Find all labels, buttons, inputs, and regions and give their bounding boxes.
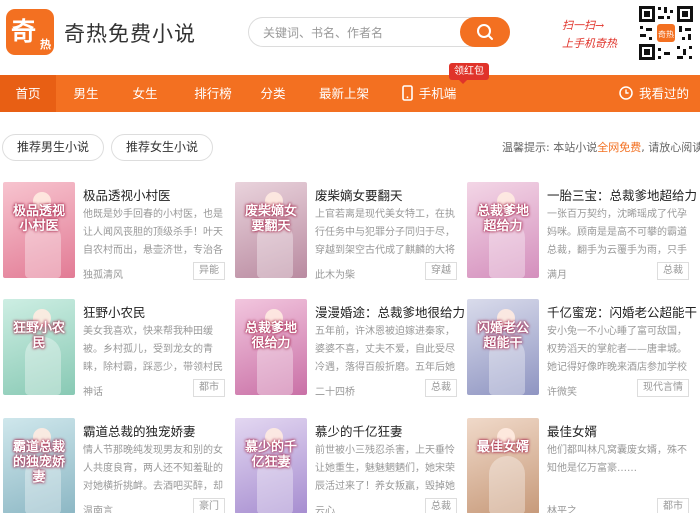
book-card[interactable]: 慕少的千亿狂妻 慕少的千亿狂妻 前世被小三残忍杀害，上天垂怜让她重生，魅魅魍魉们，她… xyxy=(235,418,465,513)
cover-title: 总裁爹地很给力 xyxy=(244,321,297,351)
book-title[interactable]: 千亿蜜宠：闪婚老公超能干 xyxy=(547,302,697,321)
book-description: 五年前，许沐恩被迫嫁进秦家，婆婆不喜，丈夫不爱，自此受尽冷遇，落得百般折磨。五年… xyxy=(315,326,455,373)
cover-title: 慕少的千亿狂妻 xyxy=(244,440,297,470)
book-author[interactable]: 二十四桥 xyxy=(315,383,355,398)
book-description: 安小兔一不小心睡了富可敌国，权势滔天的掌舵者——唐聿城。她记得好像昨晚来酒店参加… xyxy=(547,326,687,373)
book-category-tag[interactable]: 总裁 xyxy=(657,262,689,280)
book-category-tag[interactable]: 都市 xyxy=(657,498,689,513)
book-cover[interactable]: 霸道总裁的独宠娇妻 xyxy=(3,418,75,513)
book-cover[interactable]: 废柴嫡女要翻天 xyxy=(235,182,307,278)
filter-female-button[interactable]: 推荐女生小说 xyxy=(111,134,214,161)
book-cover[interactable]: 总裁爹地很给力 xyxy=(235,299,307,395)
site-name[interactable]: 奇热免费小说 xyxy=(64,18,196,48)
book-cover[interactable]: 极品透视小村医 xyxy=(3,182,75,278)
book-card[interactable]: 总裁爹地超给力 一胎三宝：总裁爹地超给力一张百万契约，沈晞瑶成了代孕妈咪。顾南是是… xyxy=(467,182,697,284)
nav-item-new-releases[interactable]: 最新上架 xyxy=(312,75,376,112)
red-packet-badge[interactable]: 领红包 xyxy=(449,63,489,84)
cover-title: 废柴嫡女要翻天 xyxy=(244,204,297,234)
book-cover[interactable]: 总裁爹地超给力 xyxy=(467,182,539,278)
notice-suffix: , 请放心阅读! xyxy=(641,141,700,154)
book-author[interactable]: 温南言 xyxy=(83,502,113,513)
cover-figure xyxy=(489,456,525,513)
book-card[interactable]: 闪婚老公超能干 千亿蜜宠：闪婚老公超能干安小兔一不小心睡了富可敌国，权势滔天的掌舵… xyxy=(467,299,697,401)
cover-title: 极品透视小村医 xyxy=(12,204,65,234)
app-promo: 扫一扫→ 上手机奇热 xyxy=(562,17,632,53)
book-author[interactable]: 林平之 xyxy=(547,502,577,513)
book-author[interactable]: 独孤清风 xyxy=(83,266,123,281)
book-card[interactable]: 狂野小农民 狂野小农民 美女我喜欢，快来帮我种田缓被。乡村孤儿，受到龙女的青睐，除村… xyxy=(3,299,233,401)
book-description: 情人节那晚纯发现男友和别的女人共度良宵，两人还不知羞耻的对她横折挑衅。去酒吧买醉… xyxy=(83,445,223,492)
logo-char-big: 奇 xyxy=(11,17,37,46)
book-category-tag[interactable]: 异能 xyxy=(193,262,225,280)
search-button[interactable] xyxy=(460,17,510,47)
book-card[interactable]: 最佳女婿 最佳女婿 他们都叫林凡窝囊废女婿，殊不知他是亿万富豪…… 林平之 都市 xyxy=(467,418,697,513)
book-cover[interactable]: 慕少的千亿狂妻 xyxy=(235,418,307,513)
book-description: 前世被小三残忍杀害，上天垂怜让她重生，魅魅魍魉们，她宋荣辰活过来了！养女叛羸，毁… xyxy=(315,445,455,492)
book-card[interactable]: 总裁爹地很给力 漫漫婚途：总裁爹地很给力五年前，许沐恩被迫嫁进秦家，婆婆不喜，丈夫… xyxy=(235,299,465,401)
book-category-tag[interactable]: 穿越 xyxy=(425,262,457,280)
book-title[interactable]: 废柴嫡女要翻天 xyxy=(315,185,465,204)
book-category-tag[interactable]: 都市 xyxy=(193,379,225,397)
book-description: 他既是妙手回春的小村医，也是让人闻风丧胆的顶级杀手！叶天自农村而出，悬壶济世，专… xyxy=(83,209,223,256)
logo-char-small: 热 xyxy=(40,38,51,51)
nav-item-history-label: 我看过的 xyxy=(638,86,689,101)
qr-logo: 奇热 xyxy=(658,29,674,39)
book-title[interactable]: 霸道总裁的独宠娇妻 xyxy=(83,421,233,440)
nav-item-rankings[interactable]: 排行榜 xyxy=(183,75,243,112)
phone-icon xyxy=(401,85,413,101)
nav-item-categories[interactable]: 分类 xyxy=(251,75,295,112)
nav-item-home[interactable]: 首页 xyxy=(0,75,56,112)
nav-item-mobile-label: 手机端 xyxy=(418,86,457,101)
book-cover[interactable]: 最佳女婿 xyxy=(467,418,539,513)
logo-icon[interactable]: 奇 热 xyxy=(6,9,54,55)
book-author[interactable]: 云心 xyxy=(315,502,335,513)
main-nav: 首页 男生 女生 排行榜 分类 最新上架 手机端 我看过的 xyxy=(0,75,700,112)
cover-title: 闪婚老公超能干 xyxy=(476,321,529,351)
book-author[interactable]: 满月 xyxy=(547,266,567,281)
book-title[interactable]: 一胎三宝：总裁爹地超给力 xyxy=(547,185,697,204)
book-card[interactable]: 废柴嫡女要翻天 废柴嫡女要翻天 上官若离是现代美女特工，在执行任务中与犯罪分子同归于… xyxy=(235,182,465,284)
search-icon xyxy=(477,24,493,40)
book-description: 一张百万契约，沈晞瑶成了代孕妈咪。顾南是是高不可攀的霸道总裁，翻手为云覆手为雨，… xyxy=(547,209,687,256)
notice-highlight: 全网免费 xyxy=(597,141,642,154)
book-title[interactable]: 慕少的千亿狂妻 xyxy=(315,421,465,440)
book-description: 上官若离是现代美女特工，在执行任务中与犯罪分子同归于尽，穿越到架空古代成了麒麟的… xyxy=(315,209,455,256)
book-title[interactable]: 漫漫婚途：总裁爹地很给力 xyxy=(315,302,465,321)
app-promo-line1: 扫一扫→ xyxy=(562,19,605,32)
search-box xyxy=(248,17,510,47)
nav-item-history[interactable]: 我看过的 xyxy=(614,75,694,112)
qr-code: 奇热 xyxy=(637,4,695,62)
book-title[interactable]: 最佳女婿 xyxy=(547,421,697,440)
header: 奇 热 奇热免费小说 扫一扫→ 上手机奇热 xyxy=(0,0,700,68)
book-title[interactable]: 极品透视小村医 xyxy=(83,185,233,204)
book-cover[interactable]: 闪婚老公超能干 xyxy=(467,299,539,395)
book-card[interactable]: 霸道总裁的独宠娇妻 霸道总裁的独宠娇妻 情人节那晚纯发现男友和别的女人共度良宵，两人… xyxy=(3,418,233,513)
cover-title: 总裁爹地超给力 xyxy=(476,204,529,234)
cover-title: 狂野小农民 xyxy=(12,321,65,351)
notice-text: 温馨提示: 本站小说全网免费, 请放心阅读! xyxy=(502,139,700,155)
clock-icon xyxy=(619,86,633,100)
cover-title: 最佳女婿 xyxy=(476,440,529,455)
book-category-tag[interactable]: 现代言情 xyxy=(637,379,689,397)
book-category-tag[interactable]: 总裁 xyxy=(425,379,457,397)
nav-item-female[interactable]: 女生 xyxy=(119,75,171,112)
nav-item-male[interactable]: 男生 xyxy=(60,75,112,112)
book-author[interactable]: 神话 xyxy=(83,383,103,398)
search-input[interactable] xyxy=(263,23,453,42)
book-category-tag[interactable]: 总裁 xyxy=(425,498,457,513)
nav-item-mobile[interactable]: 手机端 xyxy=(397,75,461,112)
book-category-tag[interactable]: 豪门 xyxy=(193,498,225,513)
book-description: 美女我喜欢，快来帮我种田缓被。乡村孤儿，受到龙女的青睐，除村霸，踩恶少，带领村民… xyxy=(83,326,223,373)
book-description: 他们都叫林凡窝囊废女婿，殊不知他是亿万富豪…… xyxy=(547,445,687,474)
book-card[interactable]: 极品透视小村医 极品透视小村医 他既是妙手回春的小村医，也是让人闻风丧胆的顶级杀手！… xyxy=(3,182,233,284)
cover-title: 霸道总裁的独宠娇妻 xyxy=(12,440,65,485)
book-title[interactable]: 狂野小农民 xyxy=(83,302,233,321)
book-author[interactable]: 许微笑 xyxy=(547,383,577,398)
notice-prefix: 温馨提示: 本站小说 xyxy=(502,141,598,154)
book-cover[interactable]: 狂野小农民 xyxy=(3,299,75,395)
book-author[interactable]: 此木为柴 xyxy=(315,266,355,281)
app-promo-line2: 上手机奇热 xyxy=(562,37,617,50)
filter-male-button[interactable]: 推荐男生小说 xyxy=(2,134,105,161)
